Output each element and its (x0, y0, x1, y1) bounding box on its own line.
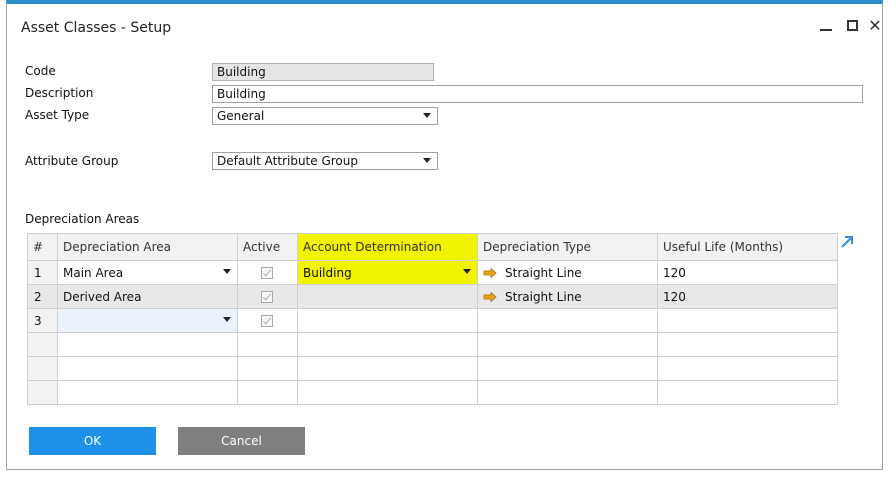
asset-type-value: General (217, 109, 265, 123)
attribute-group-label: Attribute Group (25, 154, 119, 168)
expand-grid-icon[interactable] (839, 234, 855, 250)
active-cell (237, 308, 298, 333)
maximize-icon (846, 19, 858, 31)
depreciation-areas-table: # Depreciation Area Active Account Deter… (27, 233, 838, 405)
chevron-down-icon[interactable] (223, 269, 231, 274)
attribute-group-select[interactable]: Default Attribute Group (212, 152, 438, 170)
depreciation-type-cell: Straight Line (477, 284, 658, 309)
row-number (27, 332, 58, 357)
col-header-depreciation-area[interactable]: Depreciation Area (57, 233, 238, 261)
table-row-empty (27, 380, 838, 405)
col-header-depreciation-type[interactable]: Depreciation Type (477, 233, 658, 261)
active-checkbox (261, 267, 273, 279)
attribute-group-value: Default Attribute Group (217, 154, 358, 168)
active-checkbox (261, 291, 273, 303)
depreciation-type-cell[interactable]: Straight Line (477, 260, 658, 285)
chevron-down-icon (423, 158, 431, 163)
link-arrow-icon[interactable] (483, 268, 497, 278)
empty-cell (477, 380, 658, 405)
chevron-down-icon[interactable] (223, 317, 231, 322)
table-row-empty (27, 356, 838, 381)
code-label: Code (25, 64, 56, 78)
window-title: Asset Classes - Setup (21, 20, 172, 36)
depreciation-area-cell[interactable]: Main Area (57, 260, 238, 285)
row-number: 3 (27, 308, 58, 333)
cancel-button[interactable]: Cancel (178, 427, 305, 455)
depreciation-type-value: Straight Line (505, 289, 582, 304)
active-cell (237, 260, 298, 285)
useful-life-cell[interactable] (657, 308, 838, 333)
row-number: 1 (27, 260, 58, 285)
link-arrow-icon[interactable] (483, 292, 497, 302)
depreciation-areas-label: Depreciation Areas (25, 212, 140, 226)
minimize-button[interactable] (815, 14, 837, 36)
row-number: 2 (27, 284, 58, 309)
empty-cell (237, 380, 298, 405)
useful-life-cell: 120 (657, 284, 838, 309)
title-bar: Asset Classes - Setup ✕ (7, 4, 882, 56)
useful-life-cell[interactable]: 120 (657, 260, 838, 285)
depreciation-area-value: Main Area (63, 265, 124, 280)
maximize-button[interactable] (841, 14, 863, 36)
empty-cell (57, 332, 238, 357)
empty-cell (57, 380, 238, 405)
empty-cell (297, 332, 478, 357)
account-determination-cell[interactable] (297, 308, 478, 333)
close-icon: ✕ (868, 15, 882, 35)
table-row-empty (27, 332, 838, 357)
description-field[interactable]: Building (212, 85, 863, 103)
active-cell (237, 284, 298, 309)
asset-classes-window: Asset Classes - Setup ✕ Code Building De… (6, 0, 883, 470)
account-determination-cell (297, 284, 478, 309)
col-header-useful-life[interactable]: Useful Life (Months) (657, 233, 838, 261)
table-row[interactable]: 3 (27, 308, 838, 333)
table-row[interactable]: 2 Derived Area Straight Line 120 (27, 284, 838, 309)
empty-cell (657, 380, 838, 405)
depreciation-area-cell[interactable] (57, 308, 238, 333)
empty-cell (657, 356, 838, 381)
empty-cell (477, 332, 658, 357)
ok-button[interactable]: OK (29, 427, 156, 455)
code-field[interactable]: Building (212, 63, 434, 81)
account-determination-cell[interactable]: Building (297, 260, 478, 285)
depreciation-type-cell[interactable] (477, 308, 658, 333)
depreciation-type-value: Straight Line (505, 265, 582, 280)
active-checkbox (261, 315, 273, 327)
empty-cell (657, 332, 838, 357)
empty-cell (237, 332, 298, 357)
empty-cell (237, 356, 298, 381)
row-number (27, 356, 58, 381)
row-number (27, 380, 58, 405)
table-row[interactable]: 1 Main Area Building Straight Line 120 (27, 260, 838, 285)
minimize-icon (820, 29, 832, 31)
empty-cell (477, 356, 658, 381)
empty-cell (297, 356, 478, 381)
chevron-down-icon (423, 113, 431, 118)
empty-cell (57, 356, 238, 381)
empty-cell (297, 380, 478, 405)
col-header-number[interactable]: # (27, 233, 58, 261)
asset-type-label: Asset Type (25, 108, 90, 122)
close-button[interactable]: ✕ (864, 14, 886, 36)
account-determination-value: Building (303, 265, 352, 280)
description-label: Description (25, 86, 94, 100)
asset-type-select[interactable]: General (212, 107, 438, 125)
depreciation-area-cell: Derived Area (57, 284, 238, 309)
col-header-active[interactable]: Active (237, 233, 298, 261)
col-header-account-determination[interactable]: Account Determination (297, 233, 478, 261)
table-header-row: # Depreciation Area Active Account Deter… (27, 233, 838, 261)
chevron-down-icon[interactable] (463, 269, 471, 274)
